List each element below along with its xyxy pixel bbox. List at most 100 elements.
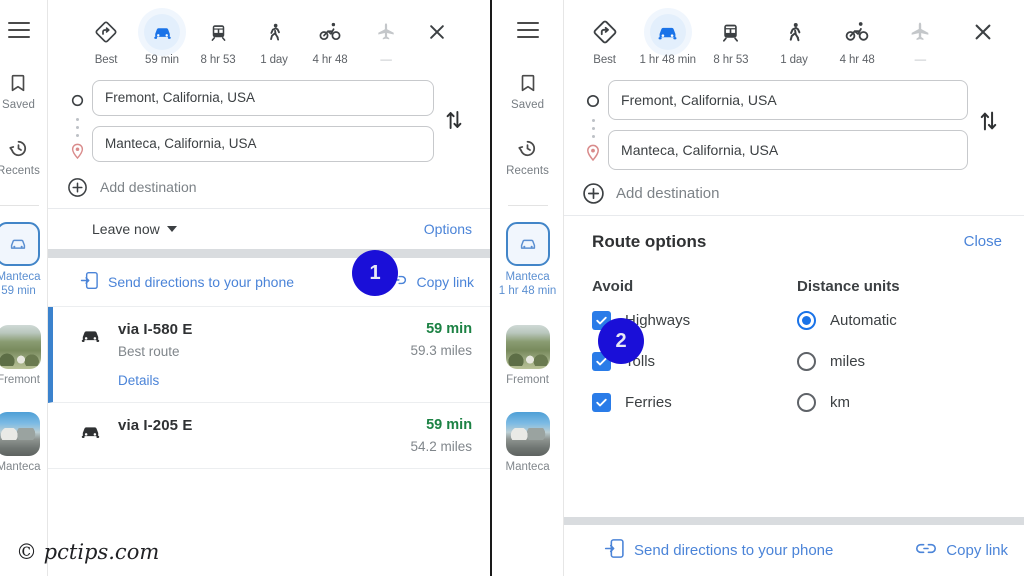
sidebar-item-label: Recents [0,165,40,177]
left-panel: Saved Recents Manteca59 min Fremont [0,0,490,576]
travel-mode-cycling[interactable]: 4 hr 48 [303,14,357,68]
copy-link-button[interactable]: Copy link [387,273,474,290]
radio-selected-icon[interactable] [797,311,816,330]
route-pins [578,80,608,167]
watermark: © pctips.com [16,540,159,564]
route-row[interactable]: via I-205 E 59 min 54.2 miles [48,403,490,469]
depart-options-row: Leave now Options [48,208,490,249]
travel-mode-walking[interactable]: 1 day [247,14,301,68]
travel-mode-transit[interactable]: 8 hr 53 [191,14,245,68]
rail-divider [0,205,39,206]
rail-place-fremont[interactable]: Fremont [506,325,550,386]
travel-mode-label: Best [593,54,616,68]
history-clock-icon [516,137,539,160]
section-divider [48,249,490,258]
add-destination-button[interactable]: Add destination [564,170,1024,215]
checkbox-checked-icon[interactable] [592,393,611,412]
close-directions-button[interactable] [415,14,459,50]
travel-mode-driving[interactable]: 1 hr 48 min [637,14,698,68]
swap-route-button[interactable] [434,80,474,137]
right-directions-content: Best 1 hr 48 min 8 hr 53 [564,0,1024,576]
car-icon [506,222,550,266]
right-nav-rail: Saved Recents Manteca1 hr 48 min Fremont [492,0,564,576]
send-to-phone-button[interactable]: Send directions to your phone [80,271,294,293]
rail-place-manteca-active[interactable]: Manteca59 min [0,222,41,299]
left-nav-rail: Saved Recents Manteca59 min Fremont [0,0,48,576]
car-icon [78,321,118,388]
travel-mode-best[interactable]: Best [79,14,133,68]
destination-input[interactable]: Manteca, California, USA [92,126,434,162]
route-details-link[interactable]: Details [118,373,401,388]
step-badge-1: 1 [352,250,398,296]
transit-train-icon [200,14,236,50]
route-distance: 54.2 miles [411,439,473,454]
hamburger-menu-icon[interactable] [8,22,30,38]
travel-mode-label: 8 hr 53 [200,54,235,68]
unit-option-label: miles [830,353,865,370]
send-to-phone-label: Send directions to your phone [634,542,833,559]
bicycle-icon [312,14,348,50]
close-directions-button[interactable] [953,14,1014,50]
travel-mode-label: 59 min [145,54,179,68]
send-to-phone-icon [80,271,99,293]
left-directions-content: Best 59 min 8 hr 53 [48,0,490,576]
travel-mode-driving[interactable]: 59 min [135,14,189,68]
route-duration: 59 min [411,417,473,433]
walking-icon [256,14,292,50]
swap-vertical-icon [444,108,464,137]
bicycle-icon [839,14,875,50]
copy-link-button[interactable]: Copy link [915,541,1008,560]
route-fields: Fremont, California, USA Manteca, Califo… [608,80,968,170]
origin-input[interactable]: Fremont, California, USA [92,80,434,116]
travel-mode-label: 1 hr 48 min [640,54,696,68]
radio-unselected-icon[interactable] [797,393,816,412]
hamburger-menu-icon[interactable] [517,22,539,38]
rail-place-manteca-active[interactable]: Manteca1 hr 48 min [499,222,557,299]
sidebar-item-label: Saved [2,99,35,111]
close-icon [419,14,455,50]
leave-now-label: Leave now [92,221,160,237]
airplane-icon [368,14,404,50]
unit-miles-option[interactable]: miles [797,352,1002,371]
radio-unselected-icon[interactable] [797,352,816,371]
sidebar-item-label: Recents [506,165,549,177]
rail-place-fremont[interactable]: Fremont [0,325,41,386]
share-row: Send directions to your phone Copy link [564,525,1024,576]
travel-mode-best[interactable]: Best [574,14,635,68]
route-dots [592,119,595,138]
sidebar-item-saved[interactable]: Saved [511,72,544,111]
add-destination-button[interactable]: Add destination [48,165,490,208]
travel-mode-flights[interactable]: — [359,14,413,68]
chain-link-icon [915,541,937,560]
chevron-down-icon [167,226,177,232]
swap-vertical-icon [978,108,999,139]
travel-mode-cycling[interactable]: 4 hr 48 [827,14,888,68]
send-to-phone-button[interactable]: Send directions to your phone [604,538,833,563]
destination-input[interactable]: Manteca, California, USA [608,130,968,170]
avoid-ferries-option[interactable]: Ferries [592,393,797,412]
travel-mode-walking[interactable]: 1 day [763,14,824,68]
route-inputs: Fremont, California, USA Manteca, Califo… [48,76,490,165]
rail-place-manteca[interactable]: Manteca [0,412,41,473]
sidebar-item-saved[interactable]: Saved [2,72,35,111]
best-route-icon [88,14,124,50]
unit-km-option[interactable]: km [797,393,1002,412]
avoid-column: Avoid Highways Tolls [592,264,797,517]
car-icon [0,222,40,266]
unit-automatic-option[interactable]: Automatic [797,311,1002,330]
photo-thumbnail [0,325,41,369]
travel-mode-transit[interactable]: 8 hr 53 [700,14,761,68]
leave-now-dropdown[interactable]: Leave now [92,221,177,237]
travel-mode-flights[interactable]: — [890,14,951,68]
options-link[interactable]: Options [424,221,472,237]
rail-place-manteca[interactable]: Manteca [505,412,549,473]
origin-input[interactable]: Fremont, California, USA [608,80,968,120]
swap-route-button[interactable] [968,80,1008,139]
close-options-link[interactable]: Close [964,233,1002,250]
travel-mode-label: 4 hr 48 [312,54,347,68]
sidebar-item-recents[interactable]: Recents [506,137,549,177]
car-icon [650,14,686,50]
rail-place-title: Fremont [0,374,40,386]
sidebar-item-recents[interactable]: Recents [0,137,40,177]
route-row[interactable]: via I-580 E Best route Details 59 min 59… [48,307,490,403]
